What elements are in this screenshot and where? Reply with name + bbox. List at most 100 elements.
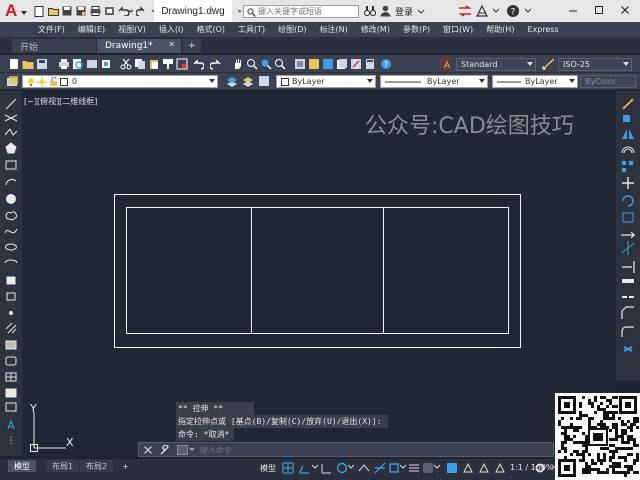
dim-style-select[interactable]: ISO-25 [558,58,632,71]
layer-states-icon[interactable] [258,75,270,87]
inner-rectangle[interactable] [126,207,509,334]
annotation-scale-icon[interactable] [494,462,506,474]
viewport-controls-label[interactable]: [−][俯视][二维线框] [24,96,97,107]
move-icon[interactable] [622,177,634,189]
print-button[interactable] [89,5,101,17]
revcloud-icon[interactable] [5,211,18,221]
sheet-set-icon[interactable] [336,58,348,70]
maximize-button[interactable] [592,3,606,17]
undo-icon[interactable] [192,58,204,70]
ortho-icon[interactable] [320,462,332,474]
redo-icon[interactable] [210,58,222,70]
close-tab-icon[interactable]: ✕ [168,40,175,49]
close-button[interactable] [618,3,632,17]
polygon-icon[interactable] [5,142,17,154]
tab-model[interactable]: 模型 [8,460,36,472]
extend-icon[interactable] [622,261,635,273]
chamfer-icon[interactable] [621,306,634,319]
lineweight-display-icon[interactable] [408,462,420,474]
menu-tools[interactable]: 工具(T) [238,24,265,35]
linetype-select[interactable]: ByLayer [380,75,488,88]
rectangle-icon[interactable] [5,160,17,170]
lineweight-select[interactable]: ByLayer [492,75,578,88]
layer-select[interactable]: 0 [22,75,218,88]
text-icon[interactable]: A [7,419,15,432]
exchange-icon[interactable] [458,5,472,17]
add-selected-icon[interactable] [5,402,17,412]
chevron-down-icon[interactable] [434,464,440,470]
gradient-icon[interactable] [5,340,17,350]
save-icon[interactable] [36,58,48,70]
array-icon[interactable] [622,161,626,165]
dim-style-icon[interactable] [542,58,554,70]
zoom-previous-icon[interactable] [274,58,286,70]
redo-button[interactable] [135,5,147,17]
snap-icon[interactable] [298,462,310,474]
wrench-icon[interactable] [159,445,170,456]
menu-draw[interactable]: 绘图(D) [278,24,306,35]
polar-tracking-icon[interactable] [336,462,348,474]
block-editor-icon[interactable] [176,58,188,70]
match-properties-icon[interactable] [162,58,174,70]
point-icon[interactable] [9,311,13,315]
explode-icon[interactable] [623,346,633,352]
line-icon[interactable] [5,98,17,110]
properties-icon[interactable] [294,58,306,70]
annotation-visibility-icon[interactable] [462,462,474,474]
menu-modify[interactable]: 修改(M) [361,24,390,35]
paste-icon[interactable] [148,58,160,70]
qnew-icon[interactable] [8,58,20,70]
chevron-down-icon[interactable] [348,464,354,470]
region-icon[interactable] [5,356,17,366]
trim-icon[interactable] [621,241,635,255]
new-tab-button[interactable]: + [183,39,201,53]
command-prompt-icon[interactable] [177,445,195,455]
add-layout-button[interactable]: + [116,460,135,472]
menu-parameter[interactable]: 参数(P) [403,24,430,35]
3d-print-icon[interactable] [100,58,112,70]
stretch-icon[interactable] [621,231,635,239]
command-input[interactable] [199,445,539,455]
object-snap-tracking-icon[interactable] [374,462,386,474]
ellipse-icon[interactable] [5,243,17,251]
color-select[interactable]: ByLayer [276,75,376,88]
auto-scale-icon[interactable] [478,462,490,474]
menu-view[interactable]: 视图(V) [118,24,146,35]
multiline-text-icon[interactable] [5,388,17,398]
search-box[interactable] [243,5,359,18]
calculator-icon[interactable] [364,58,376,70]
spline-icon[interactable] [4,228,18,234]
insert-block-icon[interactable] [6,276,16,285]
open-icon[interactable] [22,58,34,70]
selection-cycling-icon[interactable] [446,462,458,474]
more-tools-icon[interactable]: ⋮ [7,436,16,446]
tab-drawing1[interactable]: Drawing1* ✕ [97,39,181,53]
text-style-icon[interactable]: A [440,58,452,70]
help-icon[interactable]: ? [380,58,392,70]
erase-icon[interactable] [622,98,634,110]
menu-help[interactable]: 帮助(H) [486,24,514,35]
construction-line-icon[interactable] [4,114,18,122]
workspace-gear-icon[interactable] [534,462,546,474]
isodraft-icon[interactable] [358,462,370,474]
outer-rectangle[interactable] [114,194,521,348]
chevron-down-icon[interactable] [417,7,425,15]
saveas-button[interactable] [75,5,87,17]
menu-dimension[interactable]: 标注(N) [320,24,348,35]
menu-window[interactable]: 窗口(W) [443,24,473,35]
open-button[interactable] [47,5,59,17]
pan-icon[interactable] [232,58,244,70]
polyline-icon[interactable] [4,128,18,136]
help-icon[interactable]: ? [506,4,520,18]
undo-button[interactable] [117,5,133,17]
tab-start[interactable]: 开始 [12,39,96,53]
publish-icon[interactable] [86,58,98,70]
chevron-down-icon[interactable] [524,6,532,14]
save-button[interactable] [61,5,73,17]
circle-icon[interactable] [6,194,16,204]
search-input[interactable] [244,6,344,17]
cut-icon[interactable] [120,58,132,70]
text-style-select[interactable]: Standard [456,58,536,71]
tool-palettes-icon[interactable] [322,58,334,70]
chevron-down-icon[interactable] [492,6,500,14]
